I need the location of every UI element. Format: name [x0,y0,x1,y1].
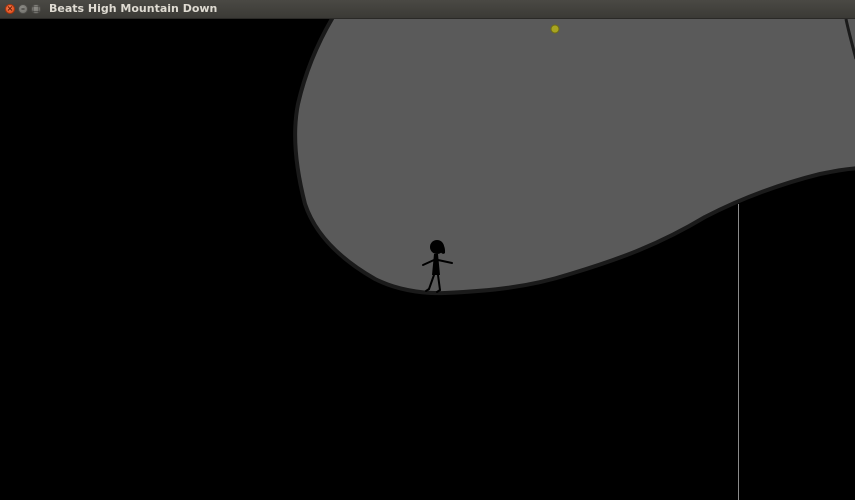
close-icon[interactable]: × [5,4,15,14]
title-bar[interactable]: × – □ Beats High Mountain Down [0,0,855,19]
maximize-icon[interactable]: □ [31,4,41,14]
cave-shape [293,19,855,296]
window-title: Beats High Mountain Down [49,2,218,15]
game-viewport[interactable] [0,19,855,500]
game-canvas [293,19,855,500]
game-window: × – □ Beats High Mountain Down [0,0,855,500]
collectible-orb-icon[interactable] [550,24,560,34]
minimize-icon[interactable]: – [18,4,28,14]
